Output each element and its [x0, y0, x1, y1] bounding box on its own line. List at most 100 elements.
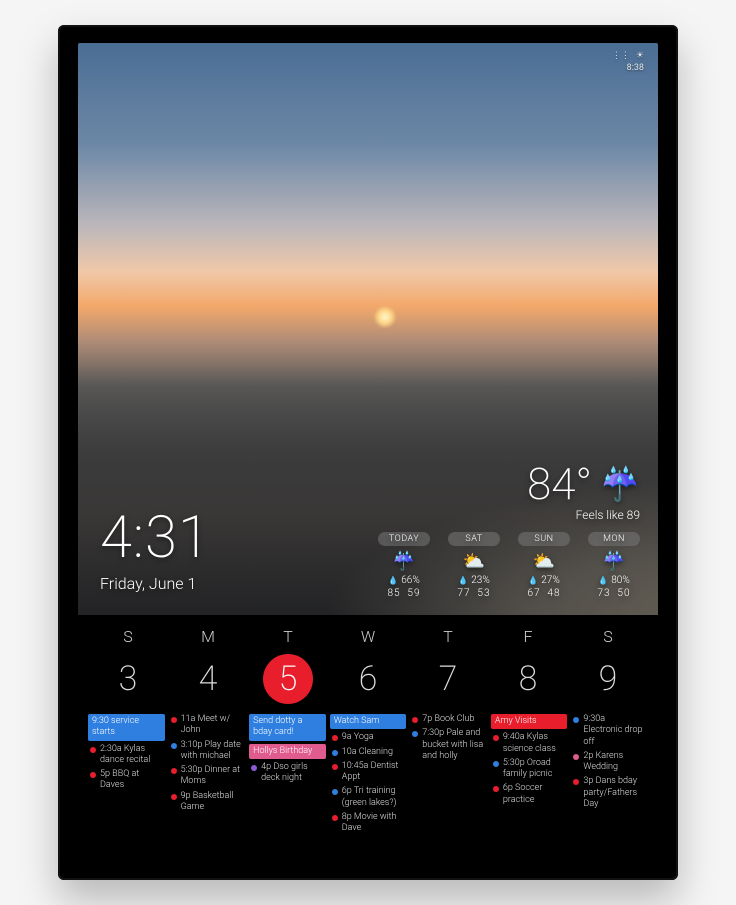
day-column[interactable]: 9:30a Electronic drop off 2p Karens Weddi… — [571, 714, 648, 854]
event-bar[interactable]: Send dotty a bday card! — [249, 714, 326, 741]
event-dot-icon — [332, 764, 338, 770]
event-item[interactable]: 6p Soccer practice — [491, 783, 568, 806]
date-cell[interactable]: 4 — [168, 655, 248, 703]
forecast-icon: ⛅ — [518, 552, 570, 572]
event-item[interactable]: 11a Meet w/ John — [169, 714, 246, 737]
weather-icon: ☔ — [600, 465, 640, 503]
calendar-panel[interactable]: SMTWTFS 3456789 9:30 service starts2:30a… — [78, 615, 658, 864]
forecast-icon: ☔ — [378, 552, 430, 572]
date-cell[interactable]: 6 — [328, 655, 408, 703]
date-cell[interactable]: 5 — [248, 650, 328, 708]
event-item[interactable]: 7p Book Club — [410, 714, 487, 725]
wallpaper-panel[interactable]: ⋮⋮ ☀ 8:38 4:31 Friday, June 1 84° ☔ Feel… — [78, 43, 658, 615]
event-dot-icon — [171, 794, 177, 800]
event-bar[interactable]: Amy Visits — [491, 714, 568, 729]
event-dot-icon — [171, 768, 177, 774]
date-cell[interactable]: 3 — [88, 655, 168, 703]
dow-cell: T — [408, 627, 488, 646]
event-item[interactable]: 8p Movie with Dave — [330, 812, 407, 835]
event-item[interactable]: 7:30p Pale and bucket with lisa and holl… — [410, 728, 487, 762]
event-text: 10:45a Dentist Appt — [342, 761, 405, 784]
event-bar[interactable]: Watch Sam — [330, 714, 407, 729]
event-item[interactable]: 9:30a Electronic drop off — [571, 714, 648, 748]
event-dot-icon — [171, 743, 177, 749]
forecast-icon: ☔ — [588, 552, 640, 572]
forecast-day[interactable]: SUN⛅💧27%67 48 — [518, 532, 570, 599]
forecast-precip: 💧27% — [518, 575, 570, 586]
day-column[interactable]: Send dotty a bday card! Hollys Birthday 4p… — [249, 714, 326, 854]
event-text: 9a Yoga — [342, 732, 374, 743]
event-item[interactable]: 9a Yoga — [330, 732, 407, 743]
clock-time: 4:31 — [100, 504, 211, 572]
droplet-icon: 💧 — [458, 576, 468, 585]
event-item[interactable]: 2p Karens Wedding — [571, 751, 648, 774]
event-bar[interactable]: Hollys Birthday — [249, 744, 326, 759]
status-time: 8:38 — [612, 63, 644, 75]
event-bar[interactable]: 9:30 service starts — [88, 714, 165, 741]
day-column[interactable]: Amy Visits 9:40a Kylas science class 5:30p… — [491, 714, 568, 854]
event-item[interactable]: 3p Dans bday party/Fathers Day — [571, 776, 648, 810]
dow-cell: M — [168, 627, 248, 646]
dow-cell: S — [568, 627, 648, 646]
date-row: 3456789 — [88, 650, 648, 708]
droplet-icon: 💧 — [388, 576, 398, 585]
event-dot-icon — [493, 735, 499, 741]
event-text: 5p BBQ at Daves — [100, 769, 163, 792]
event-item[interactable]: 9p Basketball Game — [169, 791, 246, 814]
event-item[interactable]: 5:30p Dinner at Moms — [169, 765, 246, 788]
day-column[interactable]: 7p Book Club 7:30p Pale and bucket with l… — [410, 714, 487, 854]
event-dot-icon — [251, 765, 257, 771]
event-item[interactable]: 2:30a Kylas dance recital — [88, 744, 165, 767]
feels-like: Feels like 89 — [378, 508, 640, 522]
sun-icon: ☀ — [636, 51, 644, 63]
event-text: 8p Movie with Dave — [342, 812, 405, 835]
weather-block[interactable]: 84° ☔ Feels like 89 TODAY☔💧66%85 59SAT⛅💧… — [378, 458, 640, 599]
forecast-day[interactable]: TODAY☔💧66%85 59 — [378, 532, 430, 599]
event-item[interactable]: 6p Tri training (green lakes?) — [330, 786, 407, 809]
dow-cell: W — [328, 627, 408, 646]
event-item[interactable]: 3:10p Play date with michael — [169, 740, 246, 763]
event-text: 9p Basketball Game — [181, 791, 244, 814]
forecast-hilo: 73 50 — [588, 588, 640, 599]
day-column[interactable]: 9:30 service starts 2:30a Kylas dance rec… — [88, 714, 165, 854]
event-dot-icon — [332, 815, 338, 821]
event-item[interactable]: 5p BBQ at Daves — [88, 769, 165, 792]
dow-cell: S — [88, 627, 168, 646]
event-dot-icon — [493, 786, 499, 792]
event-text: 6p Soccer practice — [503, 783, 566, 806]
event-text: 3p Dans bday party/Fathers Day — [583, 776, 646, 810]
forecast-day[interactable]: MON☔💧80%73 50 — [588, 532, 640, 599]
event-item[interactable]: 5:30p Oroad family picnic — [491, 758, 568, 781]
day-column[interactable]: 11a Meet w/ John 3:10p Play date with mic… — [169, 714, 246, 854]
event-item[interactable]: 10:45a Dentist Appt — [330, 761, 407, 784]
event-dot-icon — [332, 789, 338, 795]
event-dot-icon — [573, 717, 579, 723]
dow-cell: F — [488, 627, 568, 646]
day-column[interactable]: Watch Sam 9a Yoga 10a Cleaning 10:45a Denti… — [330, 714, 407, 854]
event-text: 4p Dso girls deck night — [261, 762, 324, 785]
event-dot-icon — [90, 772, 96, 778]
event-text: 10a Cleaning — [342, 747, 393, 758]
device-frame: ⋮⋮ ☀ 8:38 4:31 Friday, June 1 84° ☔ Feel… — [58, 25, 678, 880]
date-cell[interactable]: 8 — [488, 655, 568, 703]
event-dot-icon — [332, 735, 338, 741]
screen[interactable]: ⋮⋮ ☀ 8:38 4:31 Friday, June 1 84° ☔ Feel… — [78, 43, 658, 864]
forecast-precip: 💧66% — [378, 575, 430, 586]
event-item[interactable]: 4p Dso girls deck night — [249, 762, 326, 785]
event-text: 2:30a Kylas dance recital — [100, 744, 163, 767]
event-item[interactable]: 10a Cleaning — [330, 747, 407, 758]
forecast-label: SAT — [448, 532, 500, 546]
droplet-icon: 💧 — [528, 576, 538, 585]
event-item[interactable]: 9:40a Kylas science class — [491, 732, 568, 755]
event-dot-icon — [573, 779, 579, 785]
forecast-row: TODAY☔💧66%85 59SAT⛅💧23%77 53SUN⛅💧27%67 4… — [378, 532, 640, 599]
event-text: 5:30p Oroad family picnic — [503, 758, 566, 781]
event-text: 5:30p Dinner at Moms — [181, 765, 244, 788]
forecast-hilo: 77 53 — [448, 588, 500, 599]
dow-cell: T — [248, 627, 328, 646]
clock-block[interactable]: 4:31 Friday, June 1 — [100, 504, 211, 593]
forecast-day[interactable]: SAT⛅💧23%77 53 — [448, 532, 500, 599]
date-cell[interactable]: 7 — [408, 655, 488, 703]
forecast-label: TODAY — [378, 532, 430, 546]
date-cell[interactable]: 9 — [568, 655, 648, 703]
